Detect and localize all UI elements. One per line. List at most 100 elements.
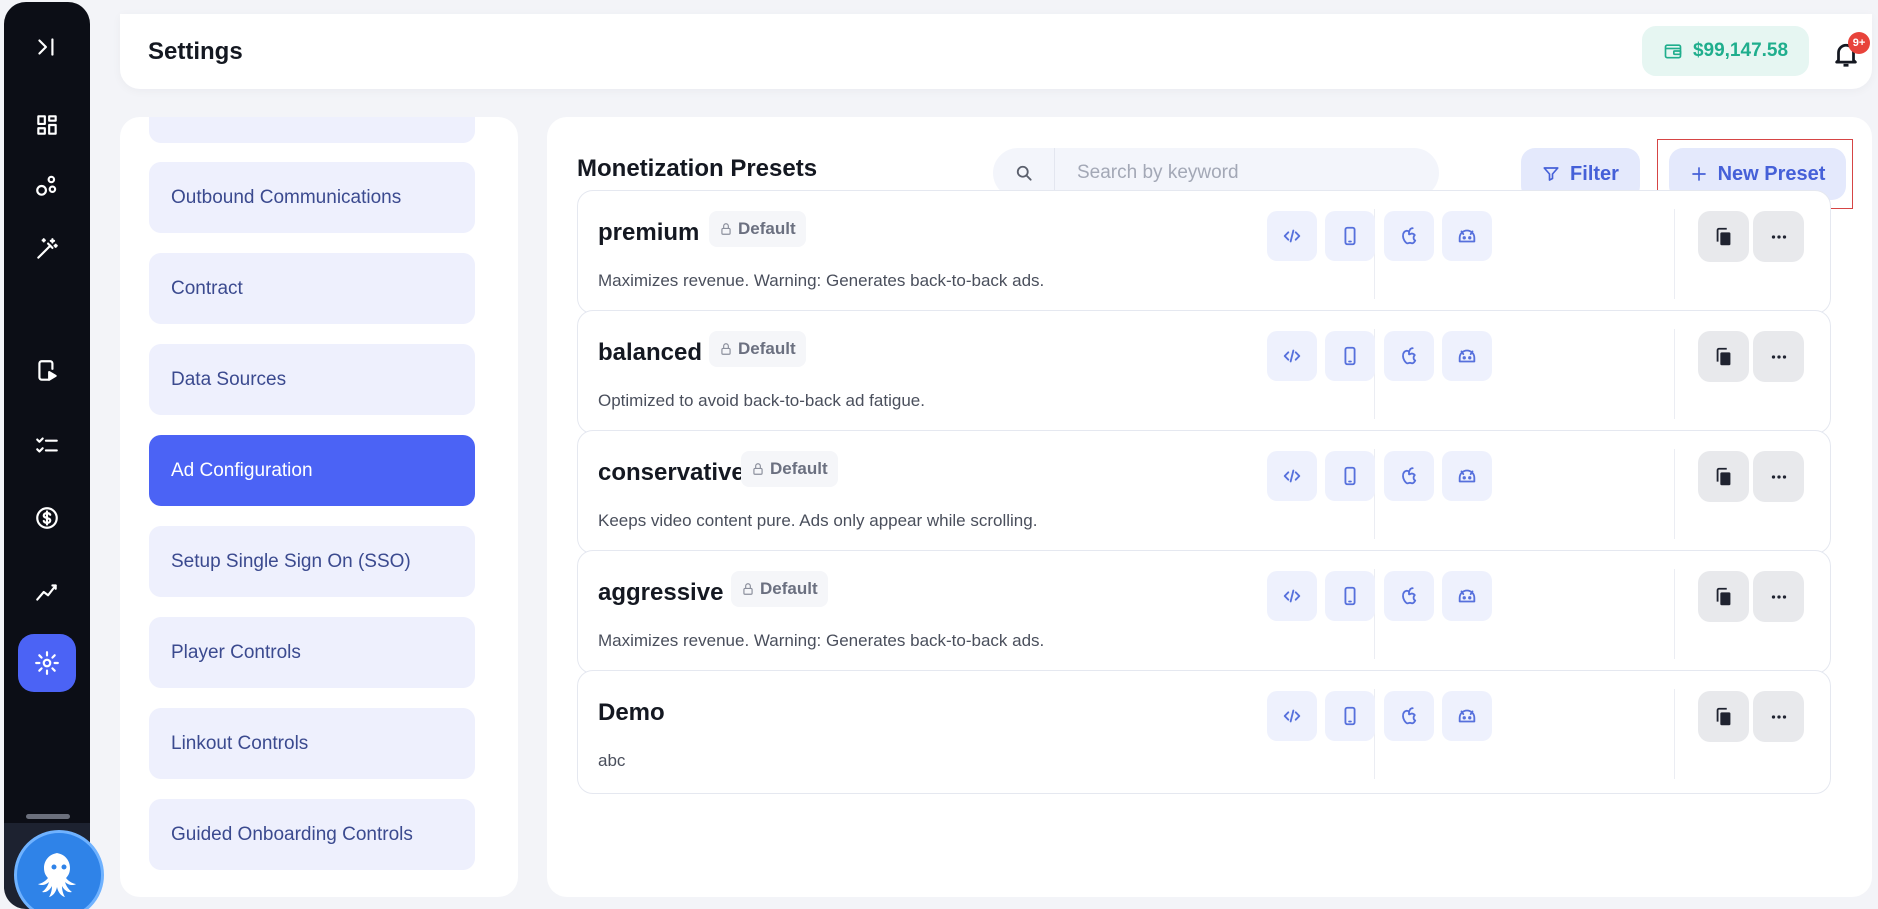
ios-button[interactable] [1384,451,1434,501]
default-badge: Default [709,211,806,247]
analytics-icon [36,584,57,601]
copy-preset-button[interactable] [1698,691,1749,742]
search-input[interactable] [1055,162,1425,184]
more-options-button[interactable] [1753,571,1804,622]
ios-button[interactable] [1384,691,1434,741]
rail-dashboard-button[interactable] [22,100,72,150]
apple-icon [1402,587,1417,605]
more-options-button[interactable] [1753,211,1804,262]
default-badge: Default [709,331,806,367]
preset-name: balanced [598,339,703,366]
more-icon [1771,354,1786,359]
mobile-button[interactable] [1325,691,1375,741]
web-embed-button[interactable] [1267,691,1317,741]
preset-name: Demo [598,699,665,726]
ios-button[interactable] [1384,211,1434,261]
menu-item-data-sources[interactable]: Data Sources [149,344,475,415]
expand-sidebar-button[interactable] [22,22,72,72]
card-divider [1674,329,1675,419]
android-button[interactable] [1442,331,1492,381]
rail-nodes-button[interactable] [22,161,72,211]
web-embed-button[interactable] [1267,331,1317,381]
notifications-button[interactable]: 9+ [1824,32,1870,76]
copy-preset-button[interactable] [1698,211,1749,262]
lock-icon [721,343,731,355]
menu-item-guided-onboarding[interactable]: Guided Onboarding Controls [149,799,475,870]
video-play-icon [38,360,57,381]
mobile-icon [1344,226,1356,246]
nodes-icon [36,175,57,196]
default-badge-label: Default [738,339,796,358]
preset-card[interactable]: conservative Default Keeps video content… [577,430,1831,554]
balance-amount: $99,147.58 [1692,40,1789,61]
mobile-button[interactable] [1325,571,1375,621]
assistant-avatar[interactable] [14,830,104,909]
dashboard-icon [37,115,57,135]
more-icon [1771,714,1786,719]
code-icon [1283,469,1301,483]
preset-name: aggressive [598,579,724,606]
settings-icon [35,651,59,675]
copy-preset-button[interactable] [1698,571,1749,622]
rail-billing-button[interactable] [22,493,72,543]
settings-menu: Outbound Communications Contract Data So… [120,117,518,897]
android-icon [1458,349,1476,363]
preset-name: premium [598,219,700,246]
rail-analytics-button[interactable] [22,567,72,617]
rail-drag-handle[interactable] [26,814,70,819]
menu-item-ad-configuration[interactable]: Ad Configuration [149,435,475,506]
ios-button[interactable] [1384,331,1434,381]
menu-item-partial[interactable] [149,117,475,143]
mobile-button[interactable] [1325,331,1375,381]
preset-card[interactable]: balanced Default Optimized to avoid back… [577,310,1831,434]
mobile-button[interactable] [1325,451,1375,501]
apple-icon [1402,707,1417,725]
preset-name: conservative [598,459,745,486]
android-icon [1458,229,1476,243]
more-options-button[interactable] [1753,451,1804,502]
apple-icon [1402,227,1417,245]
rail-magic-button[interactable] [22,224,72,274]
copy-preset-button[interactable] [1698,331,1749,382]
card-divider [1674,449,1675,539]
preset-card[interactable]: Demo abc [577,670,1831,794]
filter-icon [1543,167,1559,181]
mobile-button[interactable] [1325,211,1375,261]
default-badge-label: Default [770,459,828,478]
web-embed-button[interactable] [1267,451,1317,501]
android-icon [1458,469,1476,483]
copy-preset-button[interactable] [1698,451,1749,502]
menu-item-contract[interactable]: Contract [149,253,475,324]
menu-item-outbound-communications[interactable]: Outbound Communications [149,162,475,233]
android-button[interactable] [1442,691,1492,741]
android-button[interactable] [1442,571,1492,621]
plus-icon [1691,167,1706,181]
web-embed-button[interactable] [1267,571,1317,621]
checklist-icon [36,437,58,453]
menu-item-linkout-controls[interactable]: Linkout Controls [149,708,475,779]
menu-item-sso[interactable]: Setup Single Sign On (SSO) [149,526,475,597]
android-button[interactable] [1442,451,1492,501]
presets-panel: Monetization Presets Filter New Preset p… [547,117,1872,897]
rail-checklist-button[interactable] [22,420,72,470]
android-button[interactable] [1442,211,1492,261]
more-options-button[interactable] [1753,331,1804,382]
web-embed-button[interactable] [1267,211,1317,261]
card-divider [1674,569,1675,659]
ios-button[interactable] [1384,571,1434,621]
preset-description: Maximizes revenue. Warning: Generates ba… [598,631,1045,650]
lock-icon [753,463,763,475]
preset-description: Maximizes revenue. Warning: Generates ba… [598,271,1045,290]
rail-video-button[interactable] [22,346,72,396]
menu-item-player-controls[interactable]: Player Controls [149,617,475,688]
wallet-balance-button[interactable]: $99,147.58 [1642,26,1809,76]
rail-settings-button[interactable] [18,634,76,692]
code-icon [1283,709,1301,723]
more-icon [1771,594,1786,599]
preset-card[interactable]: aggressive Default Maximizes revenue. Wa… [577,550,1831,674]
preset-card[interactable]: premium Default Maximizes revenue. Warni… [577,190,1831,314]
more-options-button[interactable] [1753,691,1804,742]
android-icon [1458,709,1476,723]
apple-icon [1402,347,1417,365]
search-icon [1016,165,1032,181]
